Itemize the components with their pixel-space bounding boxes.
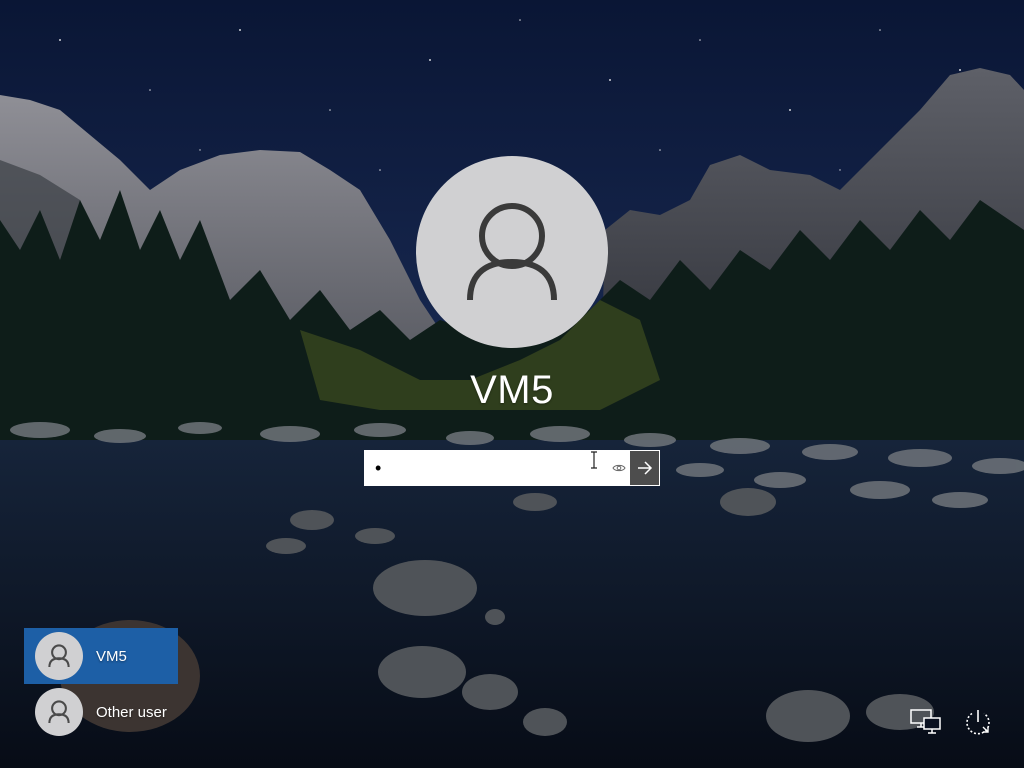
power-icon — [966, 710, 990, 735]
password-field[interactable] — [365, 452, 607, 484]
network-button[interactable] — [908, 706, 944, 738]
lock-screen: VM5 VM5 — [0, 0, 1024, 768]
eye-icon — [612, 464, 626, 472]
submit-button[interactable] — [630, 451, 659, 485]
user-avatar-small — [35, 632, 83, 680]
user-silhouette-icon — [48, 644, 70, 668]
user-tile-label: Other user — [96, 703, 167, 721]
user-tile-other-user[interactable]: Other user — [24, 684, 178, 740]
power-button[interactable] — [960, 706, 996, 738]
user-list: VM5 Other user — [24, 628, 178, 740]
user-name-heading: VM5 — [470, 368, 554, 412]
system-tray — [908, 706, 996, 738]
network-icon — [910, 709, 941, 734]
user-silhouette-icon — [48, 700, 70, 724]
password-box — [364, 450, 660, 486]
user-avatar — [416, 156, 608, 348]
user-tile-label: VM5 — [96, 647, 127, 665]
user-silhouette-icon — [467, 203, 557, 301]
arrow-right-icon — [637, 461, 652, 475]
reveal-password-button[interactable] — [607, 451, 630, 485]
user-tile-vm5[interactable]: VM5 — [24, 628, 178, 684]
user-avatar-small — [35, 688, 83, 736]
